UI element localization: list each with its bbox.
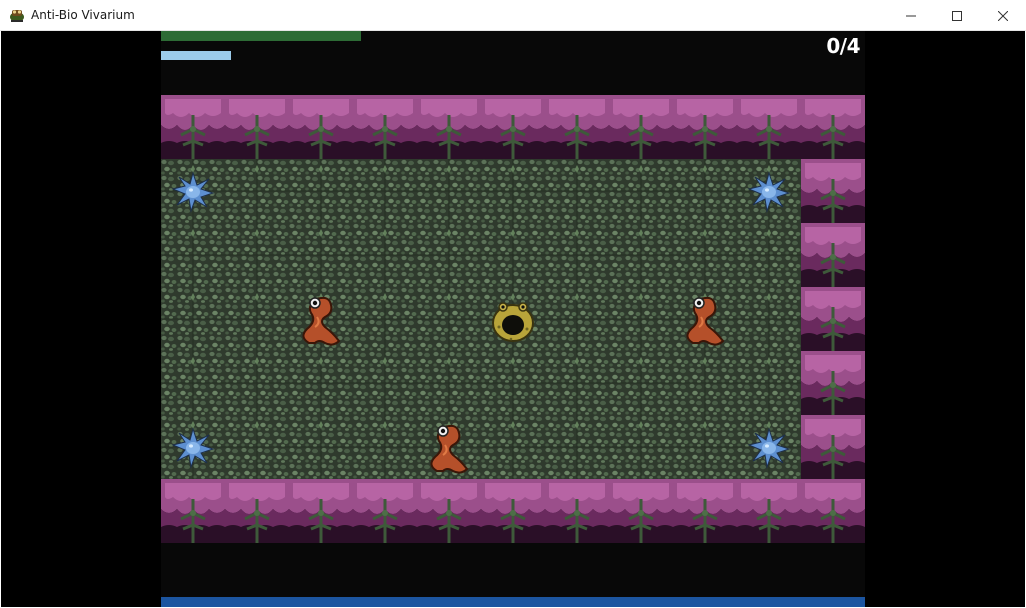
wall-tile xyxy=(799,477,865,543)
game-viewport[interactable]: 0/4 xyxy=(1,31,1025,607)
floor-tile xyxy=(416,350,482,416)
floor-tile xyxy=(480,222,546,288)
close-button[interactable] xyxy=(980,0,1026,31)
floor-tile xyxy=(161,222,226,288)
floor-tile xyxy=(416,158,482,224)
floor-tile xyxy=(352,286,418,352)
wall-tile xyxy=(287,477,355,543)
wall-tile xyxy=(735,95,803,161)
wall-tile xyxy=(799,95,865,161)
wall-tile xyxy=(543,477,611,543)
wall-tile xyxy=(223,477,291,543)
wall-tile xyxy=(607,477,675,543)
status-bar-bottom xyxy=(161,597,865,607)
floor-tile xyxy=(608,414,674,480)
floor-tile xyxy=(544,158,610,224)
wall-tile xyxy=(223,95,291,161)
wall-tile xyxy=(607,95,675,161)
wall-tile xyxy=(735,477,803,543)
floor-tile xyxy=(416,286,482,352)
frog-app-icon xyxy=(10,10,24,22)
player-sprite xyxy=(492,302,534,342)
floor-tile xyxy=(161,350,226,416)
floor-tile xyxy=(544,350,610,416)
minimize-button[interactable] xyxy=(888,0,934,31)
wall-tile xyxy=(415,477,483,543)
wall-tile xyxy=(161,477,227,543)
health-bar xyxy=(161,31,361,41)
floor-tile xyxy=(224,350,290,416)
floor-tile xyxy=(288,158,354,224)
floor-tile xyxy=(544,414,610,480)
wall-tile xyxy=(799,221,865,289)
wall-tile xyxy=(351,95,419,161)
close-icon xyxy=(998,10,1008,21)
floor-tile xyxy=(672,222,738,288)
wall-tile xyxy=(479,477,547,543)
floor-tile xyxy=(736,350,802,416)
floor-tile xyxy=(736,222,802,288)
floor-tile xyxy=(352,222,418,288)
wall-tile xyxy=(415,95,483,161)
wall-tile xyxy=(543,95,611,161)
wall-tile xyxy=(799,157,865,225)
dungeon-map[interactable] xyxy=(161,95,865,543)
floor-tile xyxy=(288,414,354,480)
floor-tile xyxy=(544,286,610,352)
floor-tile xyxy=(608,158,674,224)
floor-tile xyxy=(416,222,482,288)
floor-tile xyxy=(288,222,354,288)
floor-tile xyxy=(224,414,290,480)
floor-tile xyxy=(352,350,418,416)
maximize-icon xyxy=(952,10,962,21)
floor-tile xyxy=(608,222,674,288)
floor-tile xyxy=(480,414,546,480)
floor-tile xyxy=(672,158,738,224)
floor-tile xyxy=(288,350,354,416)
floor-tile xyxy=(608,350,674,416)
floor-tile xyxy=(608,286,674,352)
floor-tile xyxy=(161,286,226,352)
wall-tile xyxy=(161,95,227,161)
floor-tile xyxy=(480,158,546,224)
floor-tile xyxy=(672,350,738,416)
wall-tile xyxy=(479,95,547,161)
floor-tile xyxy=(672,414,738,480)
window-titlebar[interactable]: Anti-Bio Vivarium xyxy=(0,0,1026,31)
wall-tile xyxy=(799,413,865,481)
wall-tile xyxy=(287,95,355,161)
floor-tile xyxy=(352,414,418,480)
floor-tile xyxy=(480,350,546,416)
maximize-button[interactable] xyxy=(934,0,980,31)
floor-tile xyxy=(224,158,290,224)
minimize-icon xyxy=(906,15,916,16)
window-title: Anti-Bio Vivarium xyxy=(31,8,135,22)
wall-tile xyxy=(799,349,865,417)
floor-tile xyxy=(736,286,802,352)
wall-tile xyxy=(671,95,739,161)
floor-tile xyxy=(544,222,610,288)
score-counter: 0/4 xyxy=(826,34,860,58)
floor-tile xyxy=(224,222,290,288)
floor-tile xyxy=(352,158,418,224)
game-area[interactable]: 0/4 xyxy=(161,31,865,607)
energy-bar xyxy=(161,51,231,60)
floor-tile xyxy=(224,286,290,352)
wall-tile xyxy=(799,285,865,353)
wall-tile xyxy=(671,477,739,543)
wall-tile xyxy=(351,477,419,543)
